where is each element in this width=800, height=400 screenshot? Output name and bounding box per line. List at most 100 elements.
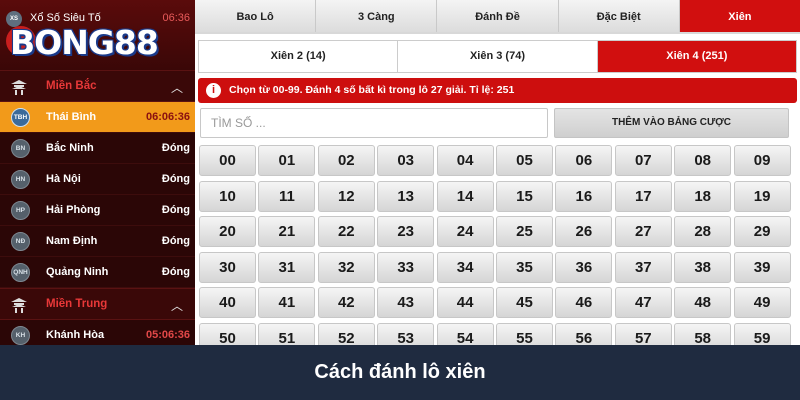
temple-icon bbox=[11, 298, 27, 313]
number-cell[interactable]: 26 bbox=[555, 216, 613, 247]
number-cell[interactable]: 45 bbox=[496, 287, 553, 318]
number-cell[interactable]: 38 bbox=[674, 251, 732, 283]
number-cell[interactable]: 18 bbox=[674, 180, 732, 212]
xien-subtabs: Xiên 2 (14) Xiên 3 (74) Xiên 4 (251) bbox=[198, 40, 797, 73]
tab-bet-type[interactable]: 3 Càng bbox=[316, 0, 438, 32]
number-cell[interactable]: 09 bbox=[733, 145, 791, 176]
sidebar-item-province[interactable]: HN Hà Nội Đóng bbox=[0, 164, 195, 195]
number-cell[interactable]: 05 bbox=[496, 145, 553, 176]
sidebar-item-province[interactable]: QNH Quảng Ninh Đóng bbox=[0, 257, 195, 288]
province-name: Nam Định bbox=[46, 235, 98, 247]
number-cell[interactable]: 31 bbox=[258, 251, 316, 283]
number-cell[interactable]: 02 bbox=[317, 145, 375, 176]
province-name: Hà Nội bbox=[46, 173, 81, 185]
tab-bet-type[interactable]: Đặc Biệt bbox=[558, 0, 680, 32]
chevron-up-icon[interactable]: ︿ bbox=[171, 297, 183, 314]
tab-bet-type[interactable]: Bao Lô bbox=[195, 0, 317, 32]
number-cell[interactable]: 52 bbox=[317, 322, 375, 345]
number-cell[interactable]: 17 bbox=[614, 180, 672, 212]
number-cell[interactable]: 34 bbox=[436, 251, 494, 283]
number-cell[interactable]: 13 bbox=[377, 180, 435, 212]
number-cell[interactable]: 12 bbox=[317, 180, 375, 212]
number-cell[interactable]: 44 bbox=[436, 287, 494, 318]
province-badge-icon: NĐ bbox=[11, 232, 30, 251]
number-cell[interactable]: 01 bbox=[258, 145, 316, 176]
number-cell[interactable]: 36 bbox=[555, 251, 613, 283]
number-cell[interactable]: 24 bbox=[436, 216, 494, 247]
number-cell[interactable]: 51 bbox=[258, 322, 316, 345]
number-cell[interactable]: 03 bbox=[377, 145, 435, 176]
caption-banner: Cách đánh lô xiên bbox=[0, 345, 800, 400]
number-cell[interactable]: 21 bbox=[258, 216, 316, 247]
tab-bet-type[interactable]: Đánh Đề bbox=[437, 0, 559, 32]
province-badge-icon: QNH bbox=[11, 263, 30, 282]
number-cell[interactable]: 23 bbox=[377, 216, 435, 247]
number-cell[interactable]: 53 bbox=[377, 322, 435, 345]
number-cell[interactable]: 10 bbox=[199, 180, 256, 212]
sidebar-item-province[interactable]: NĐ Nam Định Đóng bbox=[0, 226, 195, 257]
number-cell[interactable]: 59 bbox=[733, 322, 791, 345]
number-cell[interactable]: 40 bbox=[199, 287, 256, 318]
number-cell[interactable]: 04 bbox=[436, 145, 494, 176]
number-cell[interactable]: 57 bbox=[614, 322, 672, 345]
number-cell[interactable]: 32 bbox=[317, 251, 375, 283]
add-to-bet-slip-button[interactable]: THÊM VÀO BẢNG CƯỢC bbox=[554, 108, 789, 138]
number-cell[interactable]: 14 bbox=[436, 180, 494, 212]
sidebar-item-province[interactable]: HP Hải Phòng Đóng bbox=[0, 195, 195, 226]
info-notice: i Chọn từ 00-99. Đánh 4 số bất kì trong … bbox=[198, 78, 797, 103]
sidebar-item-province[interactable]: KH Khánh Hòa 05:06:36 bbox=[0, 320, 195, 345]
tab-xien[interactable]: Xiên 4 (251) bbox=[597, 41, 796, 72]
province-badge-icon: TBH bbox=[11, 108, 30, 127]
number-cell[interactable]: 48 bbox=[674, 287, 732, 318]
tab-xien[interactable]: Xiên 3 (74) bbox=[398, 41, 598, 72]
province-status: Đóng bbox=[161, 173, 190, 185]
number-cell[interactable]: 46 bbox=[555, 287, 613, 318]
number-cell[interactable]: 42 bbox=[317, 287, 375, 318]
number-cell[interactable]: 35 bbox=[496, 251, 553, 283]
number-cell[interactable]: 08 bbox=[674, 145, 732, 176]
number-cell[interactable]: 37 bbox=[614, 251, 672, 283]
number-cell[interactable]: 25 bbox=[496, 216, 553, 247]
number-cell[interactable]: 20 bbox=[199, 216, 256, 247]
number-cell[interactable]: 11 bbox=[258, 180, 316, 212]
sidebar-item-province[interactable]: TBH Thái Bình 06:06:36 bbox=[0, 102, 195, 133]
number-cell[interactable]: 55 bbox=[496, 322, 553, 345]
number-cell[interactable]: 00 bbox=[199, 145, 256, 176]
search-number-input[interactable] bbox=[200, 108, 548, 138]
notice-text: Chọn từ 00-99. Đánh 4 số bất kì trong lô… bbox=[229, 84, 515, 96]
region-header[interactable]: Miền Bắc ︿ bbox=[0, 70, 195, 102]
main-panel: Bao Lô 3 Càng Đánh Đề Đặc Biệt Xiên Xiên 2 (… bbox=[195, 0, 800, 345]
number-cell[interactable]: 41 bbox=[258, 287, 316, 318]
tab-xien[interactable]: Xiên 2 (14) bbox=[199, 41, 399, 72]
number-cell[interactable]: 06 bbox=[555, 145, 613, 176]
number-cell[interactable]: 07 bbox=[614, 145, 672, 176]
number-cell[interactable]: 54 bbox=[436, 322, 494, 345]
number-cell[interactable]: 58 bbox=[674, 322, 732, 345]
number-cell[interactable]: 33 bbox=[377, 251, 435, 283]
region-label: Miền Trung bbox=[46, 298, 108, 310]
region-label: Miền Bắc bbox=[46, 80, 97, 92]
number-cell[interactable]: 29 bbox=[733, 216, 791, 247]
number-cell[interactable]: 50 bbox=[199, 322, 256, 345]
sidebar-item-province[interactable]: BN Bắc Ninh Đóng bbox=[0, 133, 195, 164]
bet-type-tabs: Bao Lô 3 Càng Đánh Đề Đặc Biệt Xiên bbox=[195, 0, 800, 34]
number-cell[interactable]: 22 bbox=[317, 216, 375, 247]
number-cell[interactable]: 19 bbox=[733, 180, 791, 212]
pagoda-icon bbox=[11, 80, 27, 95]
number-cell[interactable]: 27 bbox=[614, 216, 672, 247]
province-badge-icon: BN bbox=[11, 139, 30, 158]
number-cell[interactable]: 28 bbox=[674, 216, 732, 247]
tab-bet-type[interactable]: Xiên bbox=[679, 0, 800, 32]
number-cell[interactable]: 56 bbox=[555, 322, 613, 345]
province-status: 06:06:36 bbox=[145, 111, 190, 123]
number-cell[interactable]: 47 bbox=[614, 287, 672, 318]
region-header[interactable]: Miền Trung ︿ bbox=[0, 288, 195, 320]
number-cell[interactable]: 30 bbox=[199, 251, 256, 283]
chevron-up-icon[interactable]: ︿ bbox=[171, 79, 183, 96]
number-cell[interactable]: 43 bbox=[377, 287, 435, 318]
province-status: Đóng bbox=[161, 235, 190, 247]
number-cell[interactable]: 39 bbox=[733, 251, 791, 283]
number-cell[interactable]: 15 bbox=[496, 180, 553, 212]
number-cell[interactable]: 49 bbox=[733, 287, 791, 318]
number-cell[interactable]: 16 bbox=[555, 180, 613, 212]
